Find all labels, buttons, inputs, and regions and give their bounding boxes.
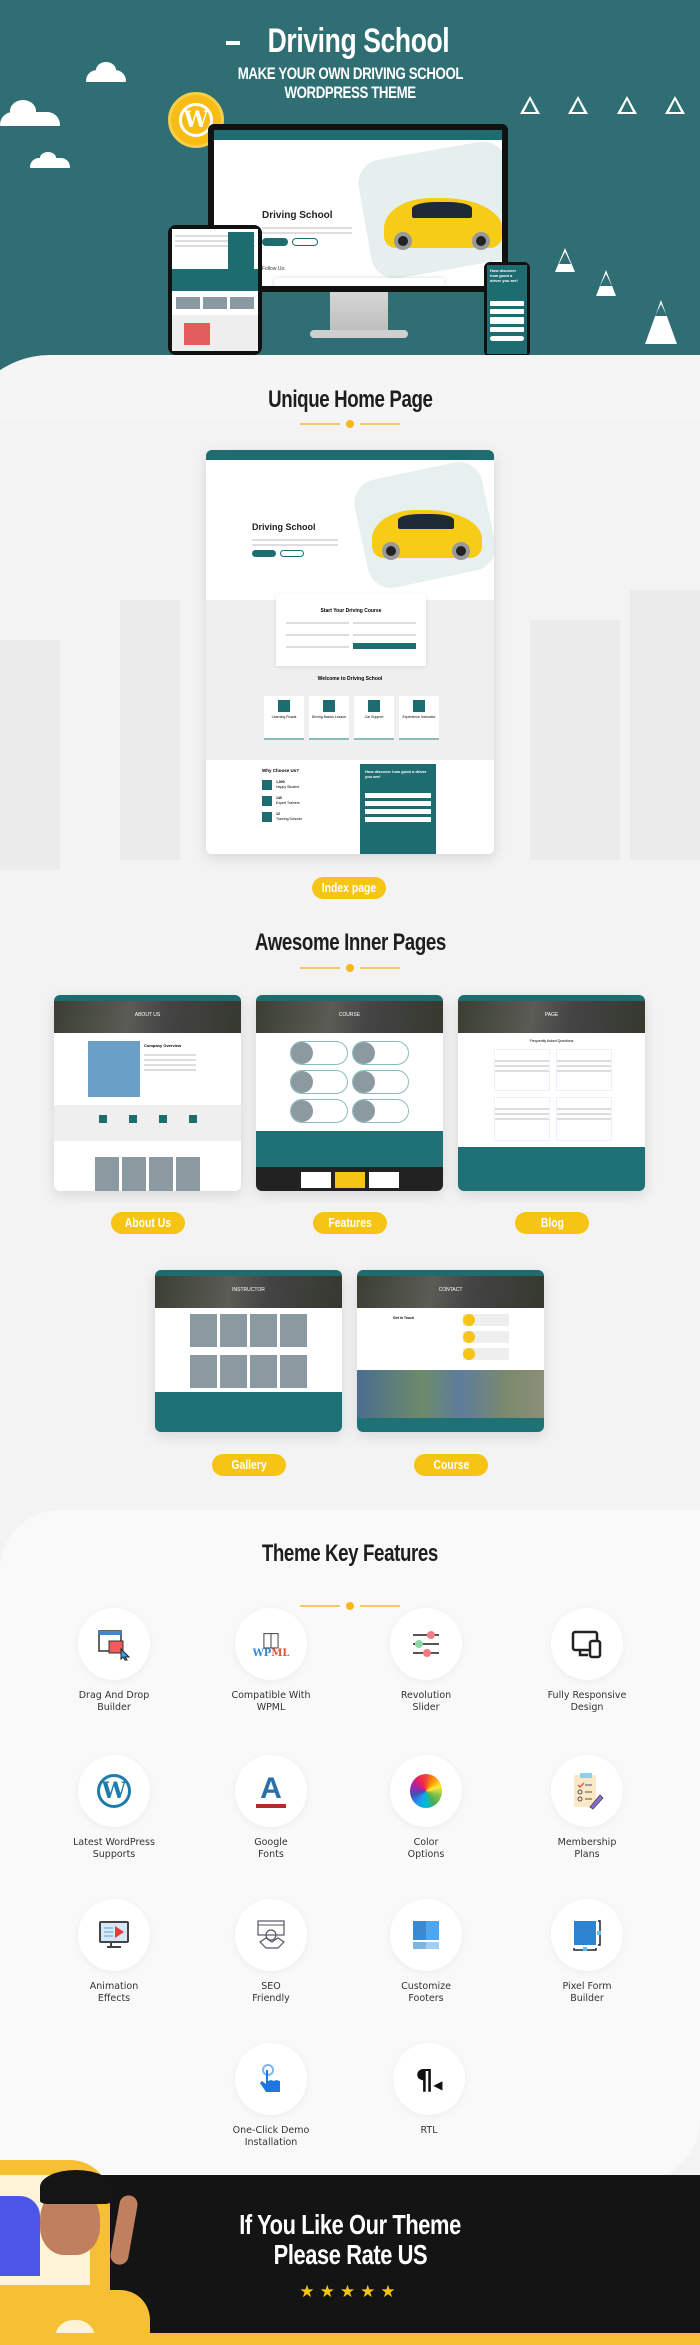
mockup-course-card: Start Your Driving Course — [274, 278, 444, 286]
drag-drop-builder-icon — [98, 1630, 131, 1661]
phone-mockup: How discover how good a driver you are! — [484, 262, 530, 357]
feature-item: Pixel Form Builder — [532, 1899, 642, 2005]
tablet-mockup — [168, 225, 262, 355]
feature-item: A Google Fonts — [216, 1755, 326, 1861]
tap-icon — [260, 2064, 280, 2092]
feature-item: Drag And Drop Builder — [59, 1608, 169, 1714]
city-silhouette — [630, 590, 700, 860]
feature-item: Fully Responsive Design — [532, 1608, 642, 1714]
responsive-devices-icon — [571, 1630, 602, 1659]
preview-form-title: Start Your Driving Course — [320, 608, 382, 614]
gallery-page-preview[interactable]: INSTRUCTOR — [155, 1270, 342, 1432]
cloud-icon — [10, 100, 36, 122]
feature-item: Color Options — [371, 1755, 481, 1861]
phone-heading: How discover how good a driver you are! — [490, 268, 518, 283]
course-page-preview[interactable]: CONTACT Get in Touch — [357, 1270, 544, 1432]
speed-lines-icon — [225, 41, 240, 46]
footer-layout-icon — [413, 1921, 439, 1949]
home-page-preview[interactable]: Driving School Start Your Driving Course… — [206, 450, 494, 854]
blog-button[interactable]: Blog — [515, 1212, 589, 1234]
feature-item: W Latest WordPress Supports — [59, 1755, 169, 1861]
rate-us-title: If You Like Our Theme Please Rate US — [239, 2209, 461, 2270]
traffic-cone-icon — [555, 248, 575, 272]
hero-banner: Driving School MAKE YOUR OWN DRIVING SCH… — [0, 0, 700, 420]
features-button[interactable]: Features — [313, 1212, 387, 1234]
hero-tagline: MAKE YOUR OWN DRIVING SCHOOL WORDPRESS T… — [0, 64, 700, 102]
checklist-icon — [574, 1773, 604, 1810]
font-icon: A — [256, 1774, 286, 1808]
preview-why-title: Why Choose Us? — [262, 768, 300, 773]
feature-item: Customize Footers — [371, 1899, 481, 2005]
about-us-button[interactable]: About Us — [111, 1212, 185, 1234]
inner-section-title: Awesome Inner Pages — [254, 929, 446, 956]
feature-item: Membership Plans — [532, 1755, 642, 1861]
feature-item: ¶◀ RTL — [374, 2043, 484, 2137]
city-silhouette — [0, 640, 60, 870]
city-silhouette — [530, 620, 620, 860]
rating-stars[interactable]: ★★★★★ — [0, 2282, 700, 2302]
brand-logo: Driving School — [0, 22, 700, 61]
tagline-line-1: MAKE YOUR OWN DRIVING SCHOOL — [237, 64, 463, 83]
title-divider — [300, 964, 400, 972]
preview-hero-title: Driving School — [252, 522, 316, 532]
mockup-follow-label: Follow Us: — [262, 266, 286, 272]
mockup-hero-title: Driving School — [262, 210, 333, 221]
pixel-form-icon — [573, 1920, 601, 1951]
home-section-title: Unique Home Page — [267, 386, 433, 413]
features-section-title: Theme Key Features — [261, 1540, 439, 1567]
gallery-button[interactable]: Gallery — [212, 1454, 286, 1476]
preview-cta-title: How discover how good a driver you are! — [365, 769, 427, 779]
features-page-preview[interactable]: COURSE — [256, 995, 443, 1191]
feature-item: Animation Effects — [59, 1899, 169, 2005]
tagline-line-2: WORDPRESS THEME — [284, 83, 416, 102]
traffic-cone-icon — [645, 300, 677, 344]
feature-item: Revolution Slider — [371, 1608, 481, 1714]
traffic-cone-icon — [596, 270, 616, 296]
color-wheel-icon — [410, 1774, 442, 1808]
feature-item: SEO Friendly — [216, 1899, 326, 2005]
animation-monitor-icon — [99, 1921, 129, 1948]
about-page-preview[interactable]: ABOUT US Company Overview — [54, 995, 241, 1191]
rtl-pilcrow-icon: ¶◀ — [415, 2062, 443, 2096]
city-silhouette — [120, 600, 180, 860]
title-divider — [300, 420, 400, 428]
seo-handshake-icon — [257, 1920, 285, 1949]
feature-item: One-Click Demo Installation — [216, 2043, 326, 2149]
index-page-button[interactable]: Index page — [312, 877, 386, 899]
course-button[interactable]: Course — [414, 1454, 488, 1476]
blog-page-preview[interactable]: PAGE Frequently Asked Questions — [458, 995, 645, 1191]
preview-welcome-title: Welcome to Driving School — [317, 676, 383, 682]
slider-icon — [413, 1631, 439, 1657]
monitor-base — [310, 330, 408, 338]
monitor-stand — [330, 292, 388, 332]
wpml-icon: ◫ WPML — [252, 1626, 290, 1659]
road-strip — [0, 2333, 700, 2345]
brand-logo-text: Driving School — [267, 22, 449, 60]
cloud-icon — [40, 152, 56, 164]
feature-item: ◫ WPML Compatible With WPML — [216, 1608, 326, 1714]
mockup-nav — [214, 130, 502, 140]
wordpress-icon: W — [97, 1774, 131, 1808]
map-image — [357, 1370, 544, 1418]
